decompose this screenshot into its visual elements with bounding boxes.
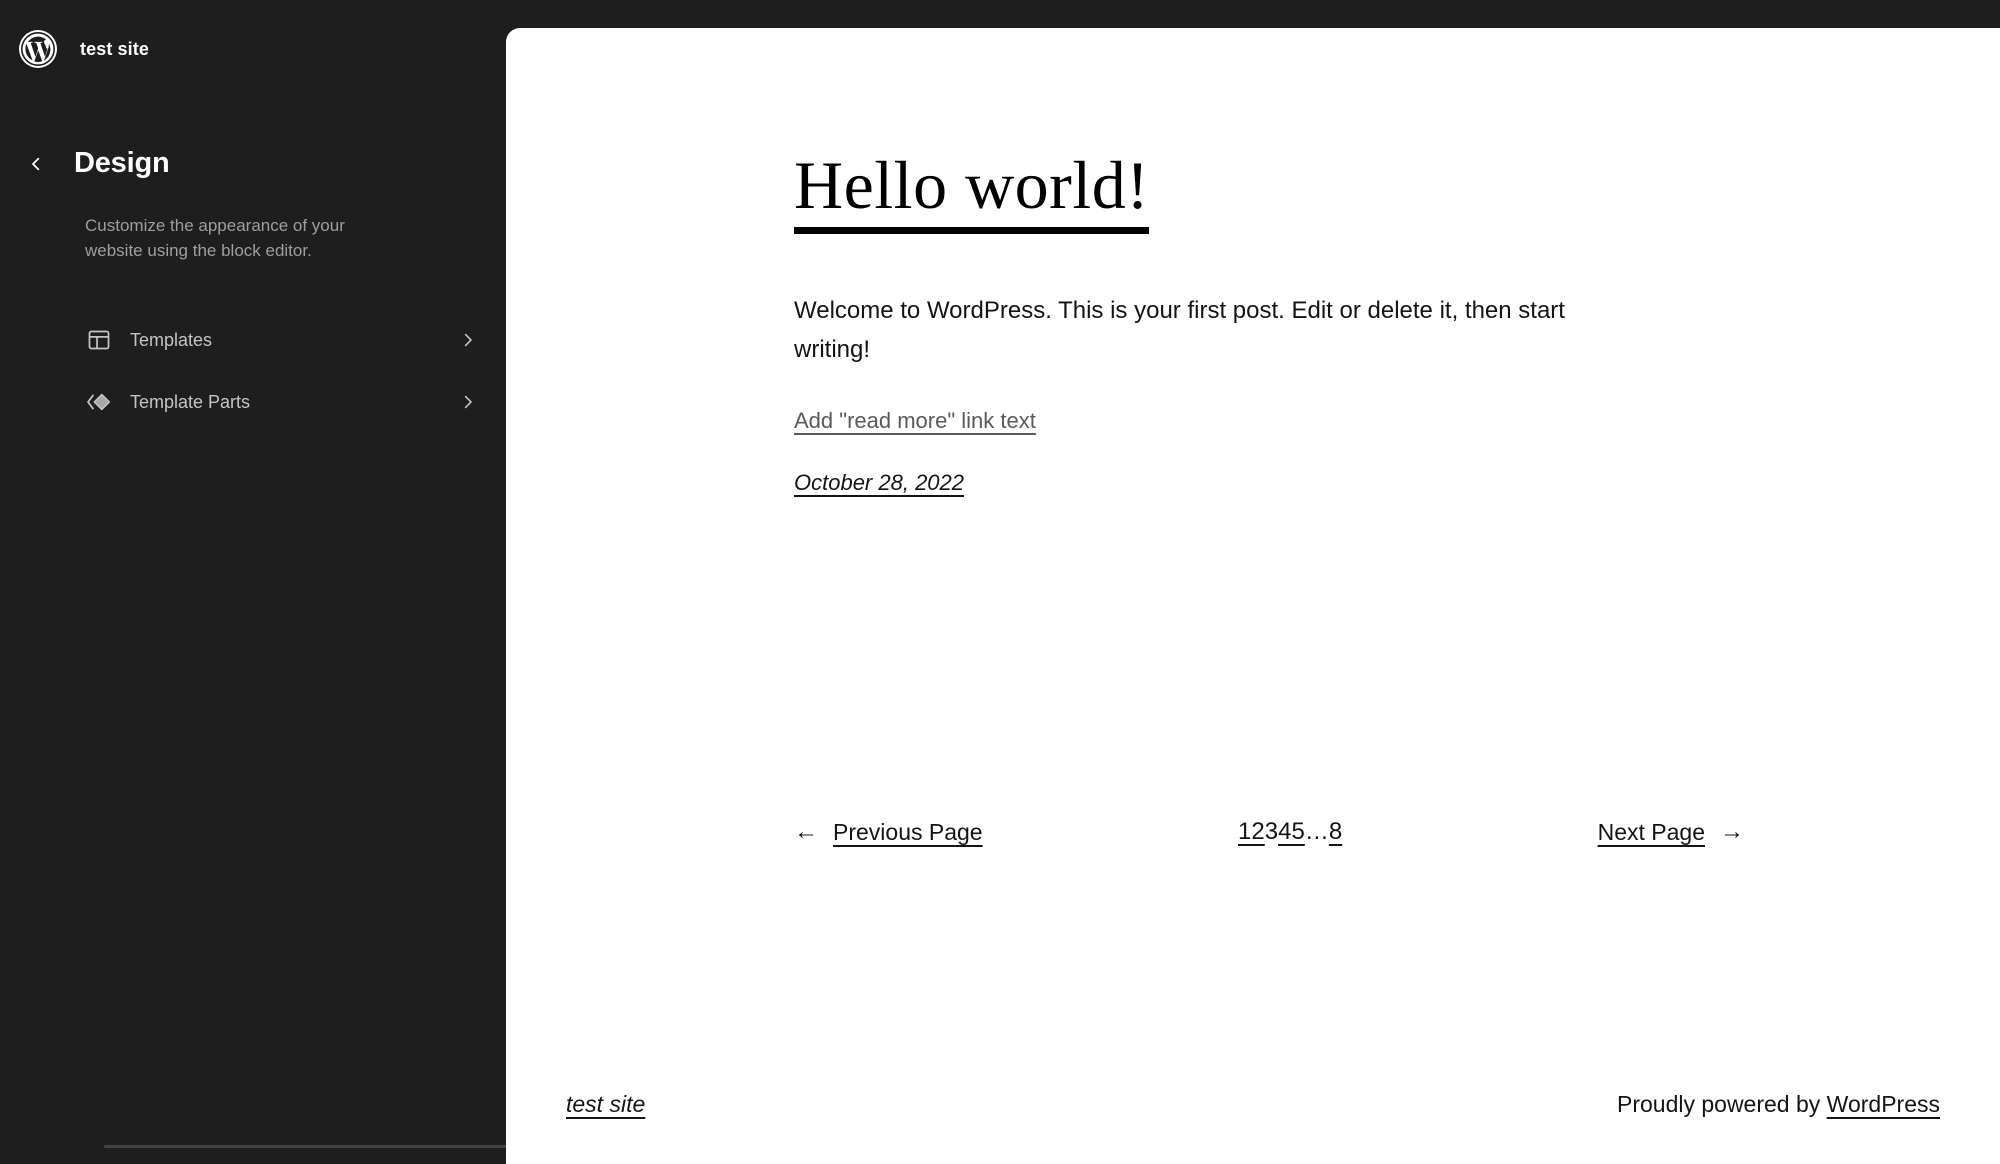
footer-credit-prefix: Proudly powered by (1616, 1090, 1827, 1117)
panel-description: Customize the appearance of your website… (85, 216, 345, 260)
horizontal-scrollbar[interactable] (104, 1145, 506, 1148)
arrow-left-icon: ← (794, 818, 818, 845)
arrow-right-icon: → (1720, 818, 1744, 845)
site-preview-canvas[interactable]: Hello world! Welcome to WordPress. This … (506, 28, 2000, 1164)
page-number-8[interactable]: 8 (1329, 818, 1342, 846)
post-excerpt: Welcome to WordPress. This is your first… (794, 297, 1565, 364)
footer-credit: Proudly powered by WordPress (1617, 1091, 1940, 1118)
next-page-button[interactable]: Next Page → (1598, 819, 1744, 846)
site-preview-canvas-wrapper: Hello world! Welcome to WordPress. This … (506, 28, 2000, 1164)
post-title[interactable]: Hello world! (794, 149, 1150, 235)
site-editor-root: test site Design Customize the appearanc… (0, 0, 2000, 1164)
wordpress-link[interactable]: WordPress (1827, 1091, 1940, 1117)
read-more-link[interactable]: Add "read more" link text (794, 407, 1036, 436)
chevron-left-icon (32, 157, 40, 171)
page-title: Design (74, 147, 170, 180)
pagination-numbers: 1 2 3 4 5 … 8 (1238, 818, 1342, 846)
editor-sidebar: test site Design Customize the appearanc… (0, 0, 506, 1164)
footer-site-name[interactable]: test site (566, 1091, 645, 1118)
site-hub[interactable]: test site (0, 0, 506, 76)
pagination: ← Previous Page 1 2 3 4 5 … 8 Next Page … (794, 818, 1744, 846)
next-page-label: Next Page (1597, 818, 1705, 845)
sidebar-item-template-parts[interactable]: Template Parts (84, 371, 482, 433)
back-button[interactable] (12, 140, 60, 188)
chevron-right-icon (464, 334, 472, 347)
layout-template-icon (84, 325, 114, 355)
page-number-4[interactable]: 4 (1278, 818, 1291, 846)
site-footer: test site Proudly powered by WordPress (506, 1044, 2000, 1164)
post-content: Hello world! Welcome to WordPress. This … (506, 28, 2000, 497)
sidebar-item-templates[interactable]: Templates (84, 309, 482, 371)
sidebar-item-label: Templates (130, 330, 213, 351)
template-parts-diamond-icon (84, 387, 114, 417)
panel-header: Design (0, 76, 506, 188)
previous-page-button[interactable]: ← Previous Page (794, 819, 983, 846)
page-number-3-current: 3 (1264, 818, 1279, 845)
wordpress-logo-icon[interactable] (18, 29, 58, 69)
sidebar-item-label: Template Parts (130, 392, 251, 413)
sidebar-nav-list: Templates Template Parts (0, 309, 506, 433)
previous-page-label: Previous Page (833, 818, 983, 845)
chevron-right-icon (464, 396, 472, 409)
page-number-2[interactable]: 2 (1251, 818, 1264, 846)
site-title: test site (80, 39, 149, 59)
page-number-1[interactable]: 1 (1238, 818, 1251, 846)
page-number-5[interactable]: 5 (1291, 818, 1304, 846)
pagination-ellipsis: … (1304, 818, 1329, 845)
post-date[interactable]: October 28, 2022 (794, 469, 964, 498)
